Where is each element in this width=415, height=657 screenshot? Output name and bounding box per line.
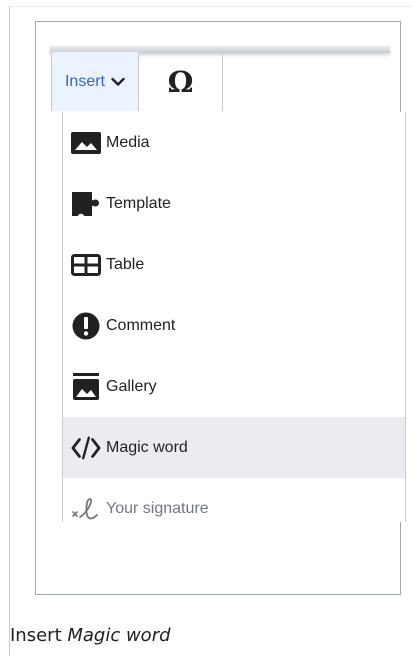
menu-item-gallery[interactable]: Gallery [63,356,405,417]
menu-item-label: Media [106,133,150,151]
menu-item-label: Template [106,194,171,212]
signature-icon [71,494,101,523]
menu-item-magic-word[interactable]: Magic word [63,417,405,478]
code-icon [71,433,101,463]
editor-screenshot: Insert Ω Media Template Table Comment Ga… [35,21,406,595]
omega-icon: Ω [167,64,194,99]
menu-item-table[interactable]: Table [63,234,405,295]
alert-icon [71,311,101,341]
menu-item-comment[interactable]: Comment [63,295,405,356]
insert-dropdown-menu: Media Template Table Comment Gallery Mag… [62,112,406,522]
menu-item-template[interactable]: Template [63,173,405,234]
chevron-down-icon [111,77,125,86]
menu-item-label: Comment [106,316,176,334]
image-icon [71,128,101,158]
menu-item-label: Gallery [106,377,157,395]
caption-emphasis: Magic word [67,625,171,646]
puzzle-icon [71,189,101,219]
insert-menu-button[interactable]: Insert [51,52,139,111]
table-icon [71,250,101,280]
special-character-button[interactable]: Ω [139,52,223,111]
menu-item-media[interactable]: Media [63,112,405,173]
gallery-icon [71,372,101,402]
caption-prefix: Insert [10,625,68,646]
menu-item-label: Your signature [106,499,209,517]
menu-item-signature[interactable]: Your signature [63,478,405,522]
menu-item-label: Magic word [106,438,188,456]
insert-menu-label: Insert [64,72,105,90]
figure-caption: Insert Magic word [10,625,171,646]
menu-item-label: Table [106,255,145,273]
